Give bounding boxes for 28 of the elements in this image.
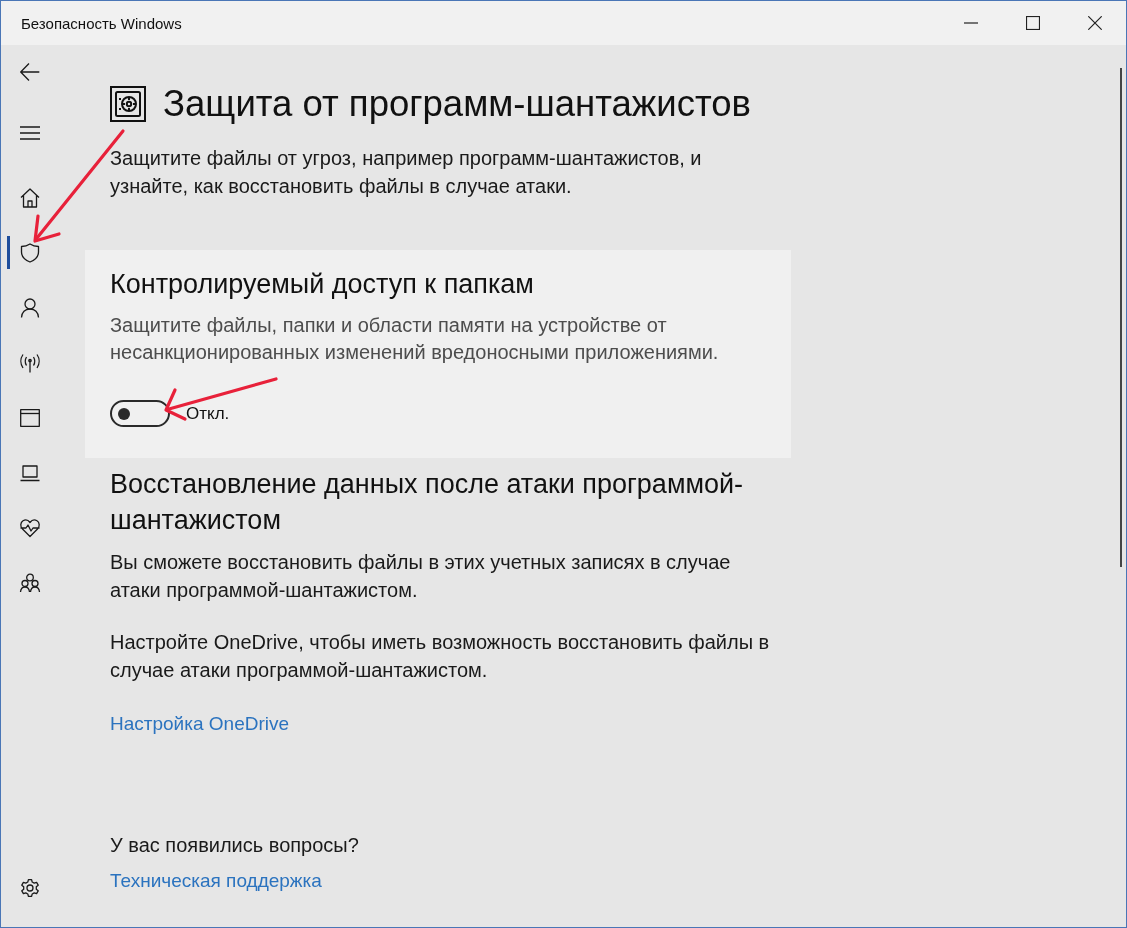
heart-pulse-icon: [20, 517, 40, 538]
toggle-switch[interactable]: [110, 400, 170, 427]
close-icon: [1088, 16, 1102, 30]
window-icon: [20, 407, 40, 428]
support-link[interactable]: Техническая поддержка: [110, 867, 322, 895]
help-question: У вас появились вопросы?: [110, 833, 359, 858]
person-icon: [20, 297, 40, 318]
menu-icon: [20, 123, 40, 143]
people-icon: [20, 572, 40, 593]
home-icon: [20, 187, 40, 208]
toggle-label: Откл.: [186, 403, 230, 424]
page-title: Защита от программ-шантажистов: [163, 83, 751, 125]
shield-icon: [20, 242, 40, 263]
antenna-icon: [20, 352, 40, 373]
laptop-icon: [20, 462, 40, 483]
page-description: Защитите файлы от угроз, например программ-шантажистов, и узнайте, как восстановить файлы в случае атаки.: [110, 146, 703, 199]
card-description: Защитите файлы, папки и области памяти на устройстве от несанкционированных изменений вредоносными приложениями.: [110, 313, 720, 365]
safe-icon: [110, 86, 146, 122]
back-arrow-icon: [20, 62, 40, 82]
settings-icon: [20, 878, 40, 898]
section-text: Настройте OneDrive, чтобы иметь возможность восстановить файлы в случае атаки программой-шантажистом.: [110, 630, 771, 683]
section-title: Восстановление данных после атаки программой-шантажистом: [110, 468, 745, 537]
scrollbar-thumb[interactable]: [1120, 68, 1122, 567]
onedrive-link[interactable]: Настройка OneDrive: [110, 710, 290, 738]
card-title: Контролируемый доступ к папкам: [110, 268, 535, 300]
window-title: Безопасность Windows: [21, 14, 182, 32]
section-text: Вы сможете восстановить файлы в этих учетных записях в случае атаки программой-шантажистом.: [110, 550, 732, 603]
maximize-icon: [1026, 16, 1040, 30]
